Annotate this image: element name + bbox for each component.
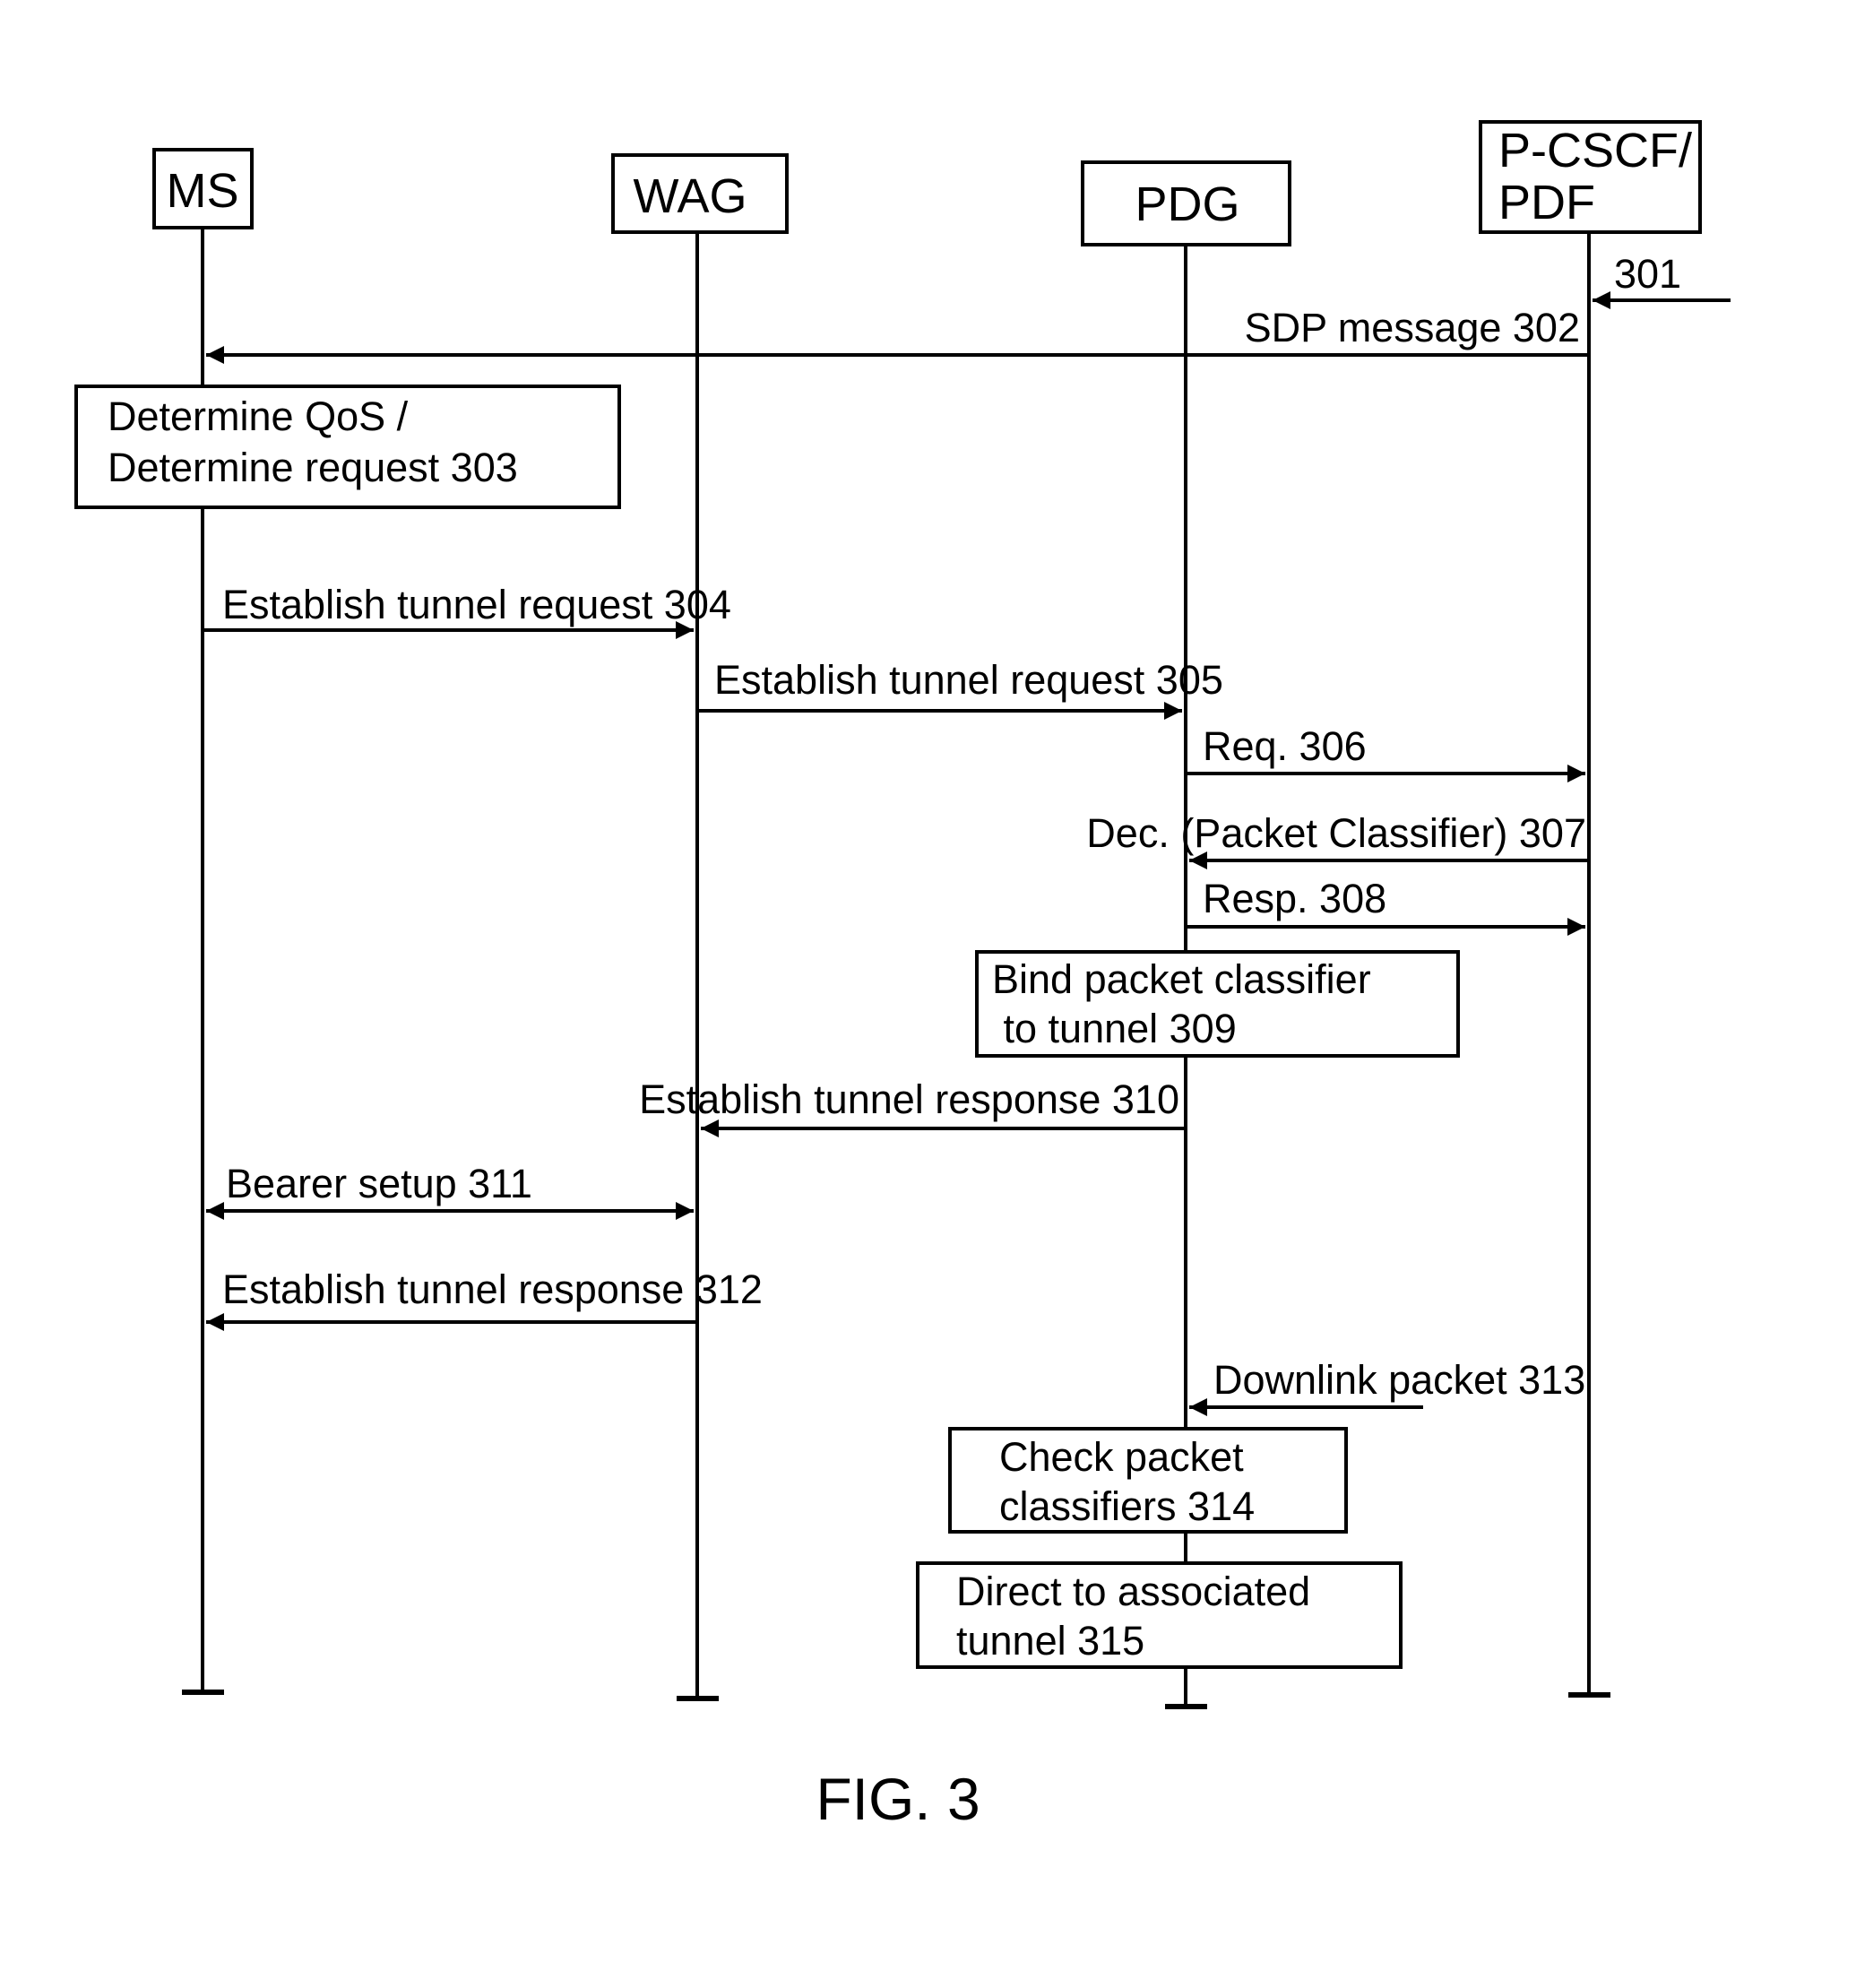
message-307-label: Dec. (Packet Classifier) 307	[1086, 810, 1586, 856]
message-311-label: Bearer setup 311	[226, 1161, 532, 1206]
message-310-label: Establish tunnel response 310	[639, 1076, 1179, 1122]
process-box-315-line1: Direct to associated	[956, 1569, 1310, 1614]
process-box-309-line2: to tunnel 309	[992, 1006, 1237, 1051]
process-box-303-line2: Determine request 303	[108, 445, 518, 490]
message-302: SDP message 302	[206, 305, 1589, 364]
entity-ms-label: MS	[167, 164, 239, 218]
process-box-315-line2: tunnel 315	[956, 1618, 1144, 1664]
entity-pcscf-label-line2: PDF	[1498, 176, 1595, 229]
message-301-label: 301	[1614, 251, 1681, 297]
entity-pdg: PDG	[1081, 160, 1291, 246]
message-302-label: SDP message 302	[1245, 305, 1580, 350]
message-304-label: Establish tunnel request 304	[222, 582, 731, 627]
process-box-309: Bind packet classifier to tunnel 309	[975, 950, 1460, 1058]
process-box-315: Direct to associated tunnel 315	[916, 1561, 1403, 1669]
entity-wag: WAG	[611, 153, 789, 234]
entity-pdg-label: PDG	[1135, 177, 1239, 231]
message-301: 301	[1593, 251, 1731, 309]
message-305: Establish tunnel request 305	[697, 657, 1223, 720]
lifeline-wag	[677, 232, 719, 1701]
message-313: Downlink packet 313	[1189, 1357, 1585, 1416]
entity-wag-label: WAG	[634, 169, 747, 223]
message-312: Establish tunnel response 312	[206, 1266, 763, 1331]
message-313-label: Downlink packet 313	[1213, 1357, 1585, 1403]
message-310: Establish tunnel response 310	[639, 1076, 1186, 1137]
message-306-label: Req. 306	[1203, 723, 1367, 769]
lifeline-pcscf	[1568, 232, 1610, 1698]
entity-pcscf-label-line1: P-CSCF/	[1498, 124, 1692, 177]
figure-caption: FIG. 3	[816, 1766, 980, 1832]
entity-pcscf: P-CSCF/ PDF	[1479, 120, 1702, 234]
sequence-diagram: MS WAG PDG P-CSCF/ PDF 301 SDP message 3…	[74, 120, 1731, 1832]
message-306: Req. 306	[1186, 723, 1585, 782]
entity-ms: MS	[152, 148, 254, 229]
message-308: Resp. 308	[1186, 876, 1585, 936]
process-box-303: Determine QoS / Determine request 303	[74, 385, 621, 509]
message-307: Dec. (Packet Classifier) 307	[1086, 810, 1589, 869]
process-box-314-line1: Check packet	[999, 1434, 1244, 1480]
message-305-label: Establish tunnel request 305	[714, 657, 1223, 703]
process-box-314-line2: classifiers 314	[999, 1483, 1255, 1529]
message-308-label: Resp. 308	[1203, 876, 1386, 921]
message-304: Establish tunnel request 304	[203, 582, 731, 639]
message-311: Bearer setup 311	[206, 1161, 694, 1220]
process-box-309-line1: Bind packet classifier	[992, 956, 1371, 1002]
message-312-label: Establish tunnel response 312	[222, 1266, 763, 1312]
process-box-303-line1: Determine QoS /	[108, 393, 409, 439]
process-box-314: Check packet classifiers 314	[948, 1427, 1348, 1534]
